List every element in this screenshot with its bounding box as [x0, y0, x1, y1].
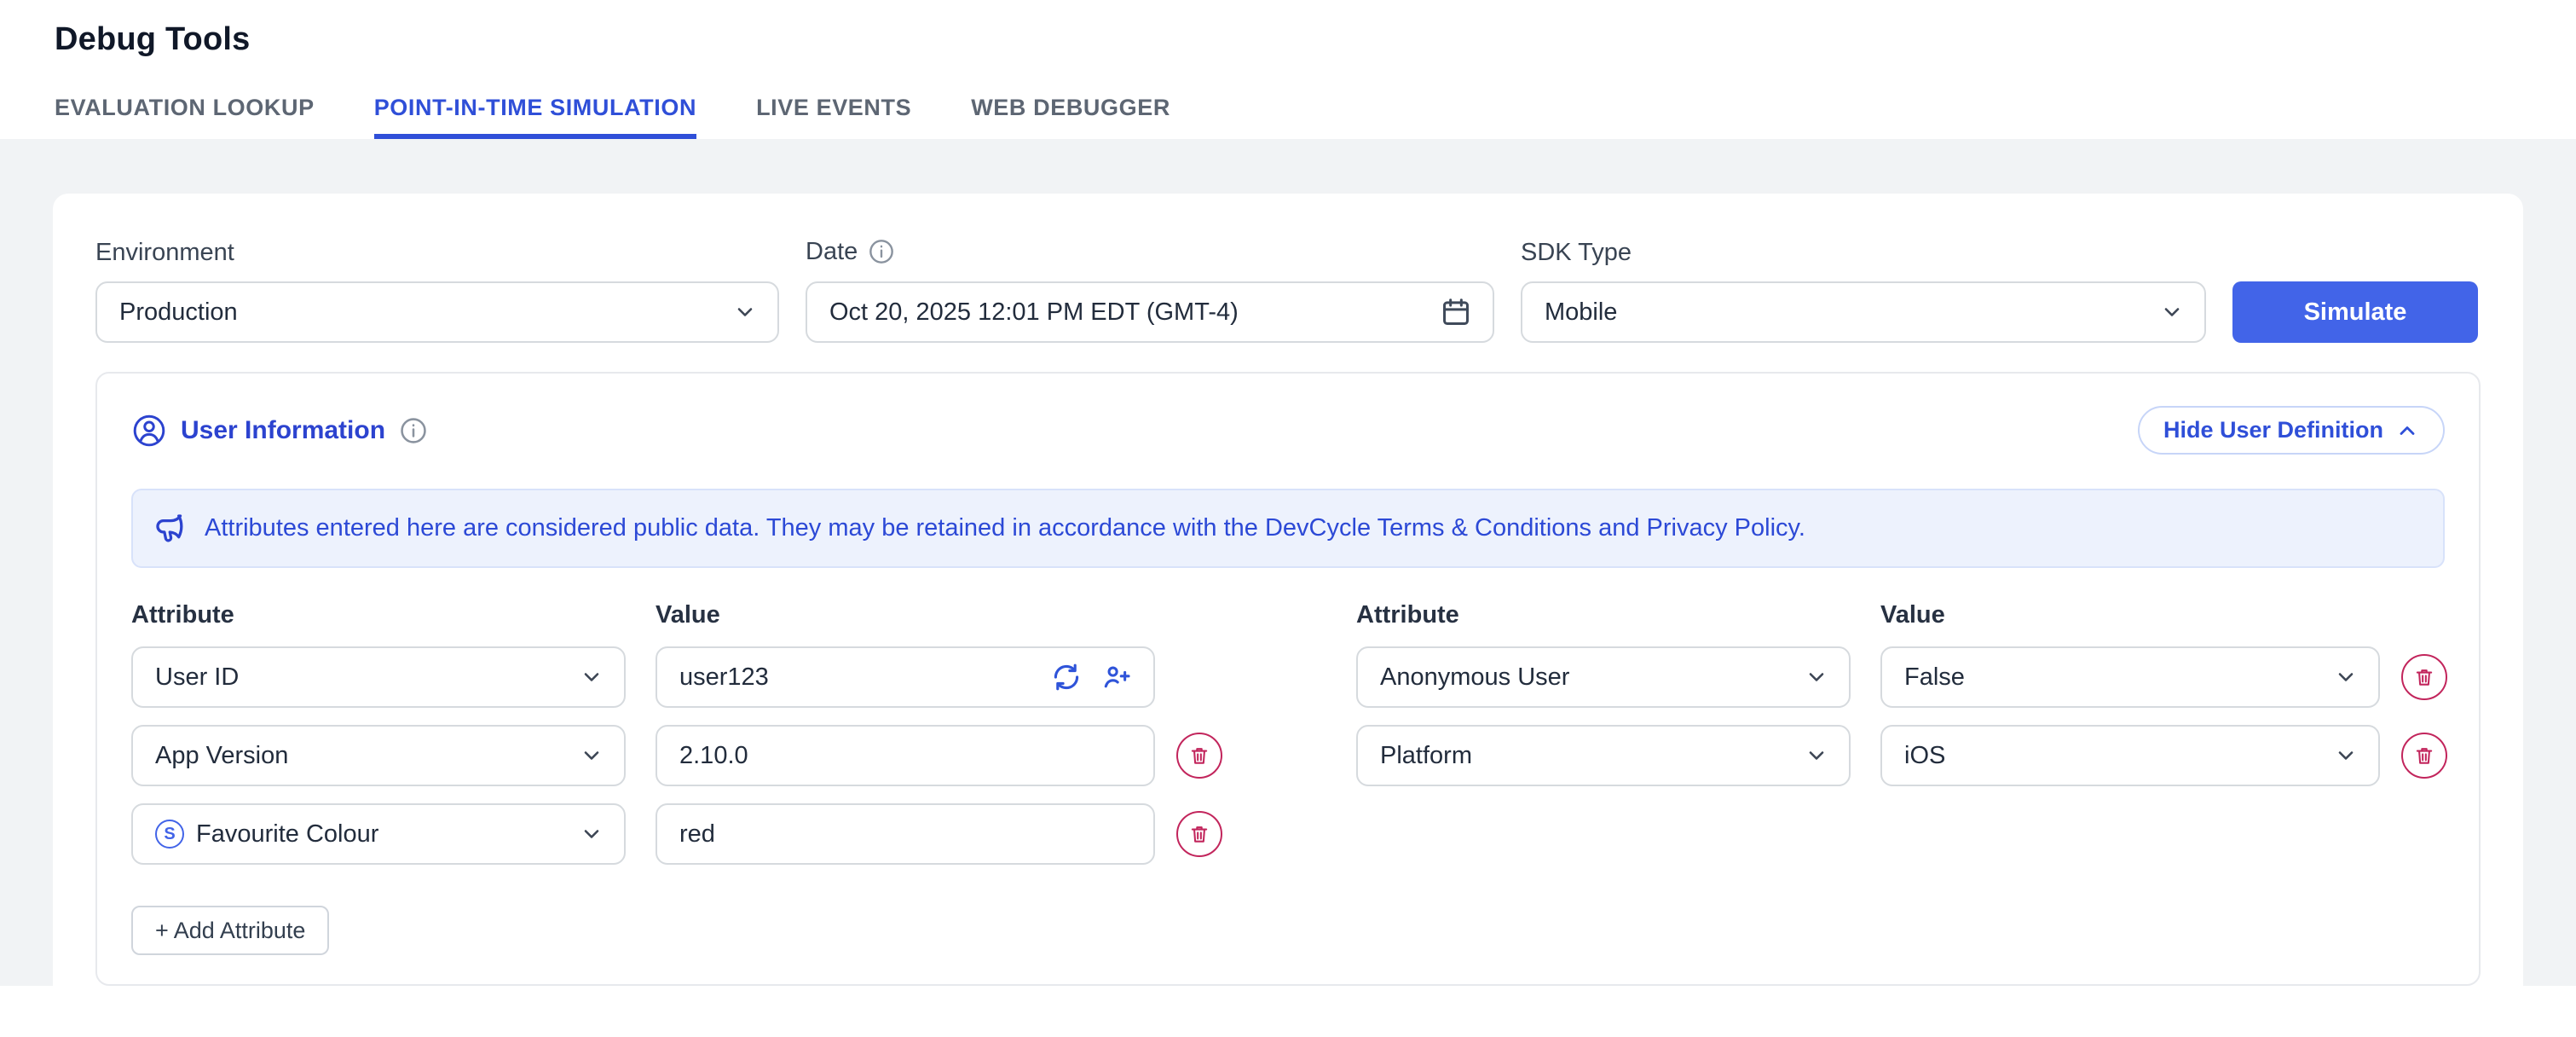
chevron-down-icon [580, 822, 604, 846]
attribute-header: Attribute [1356, 602, 1880, 628]
chevron-down-icon [2160, 300, 2184, 324]
chevron-down-icon [2334, 744, 2358, 768]
attributes-left-column: Attribute Value User ID [131, 602, 1223, 955]
attribute-select-favourite-colour[interactable]: S Favourite Colour [131, 803, 626, 865]
value-header: Value [1880, 602, 1945, 628]
app-version-value-input[interactable] [679, 742, 1133, 770]
attribute-select-value: User ID [155, 663, 239, 692]
user-information-section: User Information Hide User Definition At… [95, 372, 2481, 986]
value-header: Value [656, 602, 720, 628]
environment-select-value: Production [119, 298, 238, 327]
attribute-row-anonymous-user: Anonymous User False [1356, 646, 2448, 708]
delete-favourite-colour-button[interactable] [1176, 811, 1222, 857]
user-information-header: User Information Hide User Definition [131, 406, 2445, 455]
chevron-down-icon [580, 665, 604, 689]
trash-icon [2413, 744, 2435, 767]
right-column-headers: Attribute Value [1356, 602, 2448, 628]
main-content: Environment Production Date [0, 139, 2576, 986]
public-data-banner-text: Attributes entered here are considered p… [205, 514, 1805, 542]
attribute-row-user-id: User ID [131, 646, 1223, 708]
sdk-type-field-group: SDK Type Mobile [1521, 240, 2206, 343]
chevron-down-icon [2334, 665, 2358, 689]
chevron-down-icon [580, 744, 604, 768]
value-select-value: False [1904, 663, 1965, 692]
attribute-select-value: Favourite Colour [196, 820, 378, 849]
value-select-value: iOS [1904, 742, 1945, 770]
favourite-colour-value-input[interactable] [679, 820, 1133, 849]
left-column-headers: Attribute Value [131, 602, 1223, 628]
delete-slot [1175, 733, 1223, 779]
attribute-select-value: Anonymous User [1380, 663, 1569, 692]
public-data-banner: Attributes entered here are considered p… [131, 489, 2445, 568]
tab-live-events[interactable]: LIVE EVENTS [756, 96, 911, 139]
user-information-title: User Information [181, 416, 385, 445]
tab-web-debugger[interactable]: WEB DEBUGGER [971, 96, 1170, 139]
platform-value-select[interactable]: iOS [1880, 725, 2380, 786]
attributes-area: Attribute Value User ID [131, 602, 2445, 955]
simulation-card: Environment Production Date [53, 194, 2523, 1037]
app-version-value-field[interactable] [656, 725, 1155, 786]
date-field[interactable] [806, 281, 1494, 343]
chevron-down-icon [733, 300, 757, 324]
chevron-down-icon [1805, 665, 1828, 689]
chevron-down-icon [1805, 744, 1828, 768]
trash-icon [1188, 823, 1210, 845]
calendar-icon[interactable] [1440, 296, 1472, 328]
environment-field-group: Environment Production [95, 240, 779, 343]
attribute-select-value-row: S Favourite Colour [155, 820, 378, 849]
user-information-info-icon[interactable] [399, 416, 428, 445]
anonymous-user-value-select[interactable]: False [1880, 646, 2380, 708]
regenerate-icon[interactable] [1051, 662, 1082, 692]
user-id-field-icons [1051, 662, 1133, 692]
sdk-type-select-value: Mobile [1545, 298, 1617, 327]
delete-anonymous-user-button[interactable] [2401, 654, 2447, 700]
attribute-select-value: App Version [155, 742, 288, 770]
user-circle-icon [131, 413, 167, 449]
date-info-icon[interactable] [868, 238, 895, 265]
hide-user-definition-label: Hide User Definition [2163, 417, 2383, 443]
attribute-select-platform[interactable]: Platform [1356, 725, 1851, 786]
tab-bar: EVALUATION LOOKUP POINT-IN-TIME SIMULATI… [55, 96, 2576, 139]
attribute-select-anonymous-user[interactable]: Anonymous User [1356, 646, 1851, 708]
attribute-select-value: Platform [1380, 742, 1472, 770]
page-title: Debug Tools [55, 20, 2576, 58]
megaphone-icon [152, 510, 189, 547]
date-field-group: Date [806, 238, 1494, 343]
add-attribute-button[interactable]: + Add Attribute [131, 906, 329, 955]
delete-slot [1175, 811, 1223, 857]
date-label-row: Date [806, 238, 1494, 265]
delete-slot [2400, 733, 2448, 779]
date-input[interactable] [829, 298, 1440, 327]
delete-slot [2400, 654, 2448, 700]
favourite-colour-value-field[interactable] [656, 803, 1155, 865]
delete-platform-button[interactable] [2401, 733, 2447, 779]
attribute-select-user-id[interactable]: User ID [131, 646, 626, 708]
environment-label: Environment [95, 240, 779, 265]
trash-icon [1188, 744, 1210, 767]
attribute-row-app-version: App Version [131, 725, 1223, 786]
tab-point-in-time-simulation[interactable]: POINT-IN-TIME SIMULATION [374, 96, 696, 139]
attribute-select-app-version[interactable]: App Version [131, 725, 626, 786]
user-information-title-row: User Information [131, 413, 428, 449]
simulate-button[interactable]: Simulate [2232, 281, 2478, 343]
string-type-icon: S [155, 820, 184, 849]
delete-app-version-button[interactable] [1176, 733, 1222, 779]
environment-select[interactable]: Production [95, 281, 779, 343]
sdk-type-label: SDK Type [1521, 240, 2206, 265]
simulation-form-row: Environment Production Date [95, 238, 2481, 343]
attribute-row-favourite-colour: S Favourite Colour [131, 803, 1223, 865]
date-label: Date [806, 239, 858, 264]
tab-evaluation-lookup[interactable]: EVALUATION LOOKUP [55, 96, 315, 139]
attribute-row-platform: Platform iOS [1356, 725, 2448, 786]
trash-icon [2413, 666, 2435, 688]
attributes-right-column: Attribute Value Anonymous User False [1356, 602, 2448, 955]
page-header: Debug Tools EVALUATION LOOKUP POINT-IN-T… [0, 0, 2576, 139]
sdk-type-select[interactable]: Mobile [1521, 281, 2206, 343]
attribute-header: Attribute [131, 602, 656, 628]
user-id-value-field[interactable] [656, 646, 1155, 708]
user-plus-icon[interactable] [1100, 662, 1133, 692]
user-id-value-input[interactable] [679, 663, 1051, 692]
hide-user-definition-button[interactable]: Hide User Definition [2138, 406, 2445, 455]
chevron-up-icon [2395, 419, 2419, 443]
